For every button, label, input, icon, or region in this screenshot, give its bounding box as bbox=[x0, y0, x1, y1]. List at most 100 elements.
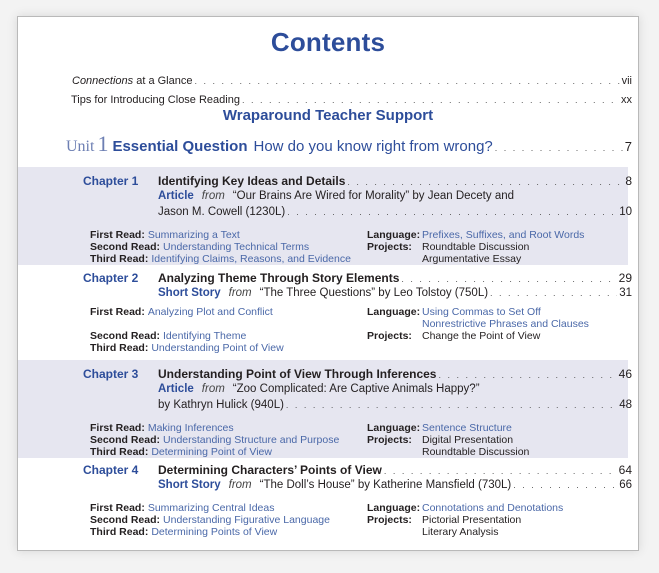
unit-number: 1 bbox=[97, 131, 109, 156]
selection-type: Article bbox=[158, 383, 194, 395]
chapter-title-entry[interactable]: Understanding Point of View Through Infe… bbox=[158, 367, 632, 381]
selection-line-1[interactable]: Article from “Zoo Complicated: Are Captive… bbox=[158, 383, 632, 395]
language-projects: Language: Sentence Structure Projects: Dig… bbox=[367, 422, 529, 458]
read-link[interactable]: Determining Point of View bbox=[151, 446, 272, 458]
read-link[interactable]: Understanding Structure and Purpose bbox=[163, 434, 339, 446]
page-number: 48 bbox=[619, 399, 632, 411]
chapter-label: Chapter 3 bbox=[83, 367, 139, 381]
reads-list: First Read: Summarizing a Text Second Rea… bbox=[90, 229, 351, 265]
chapter-title-entry[interactable]: Determining Characters’ Points of View 6… bbox=[158, 463, 632, 477]
read-link[interactable]: Understanding Technical Terms bbox=[163, 241, 309, 253]
selection-type: Article bbox=[158, 190, 194, 202]
selection-line-1[interactable]: Short Story from “The Doll’s House” by Kat… bbox=[158, 479, 632, 491]
leader-dots bbox=[286, 400, 617, 410]
projects-label: Projects: bbox=[367, 514, 412, 526]
language-link[interactable]: Connotations and Denotations bbox=[422, 502, 563, 514]
leader-dots bbox=[347, 177, 623, 187]
read-link[interactable]: Understanding Figurative Language bbox=[163, 514, 330, 526]
read-link[interactable]: Identifying Theme bbox=[163, 330, 246, 342]
leader-dots bbox=[287, 207, 617, 217]
read-item: First Read: Summarizing a Text bbox=[90, 229, 240, 241]
chapter-title: Determining Characters’ Points of View bbox=[158, 463, 382, 477]
page-number: 7 bbox=[624, 139, 632, 154]
language-projects: Language: Using Commas to Set Off Nonrest… bbox=[367, 306, 589, 342]
read-link[interactable]: Summarizing a Text bbox=[148, 229, 240, 241]
contents-page: Contents Connections at a Glance vii Tip… bbox=[17, 16, 639, 551]
language-label: Language: bbox=[367, 229, 421, 241]
essential-question: How do you know right from wrong? bbox=[253, 138, 493, 155]
read-item: Third Read: Understanding Point of View bbox=[90, 342, 284, 354]
leader-dots bbox=[490, 288, 617, 298]
leader-dots bbox=[384, 466, 617, 476]
read-link[interactable]: Understanding Point of View bbox=[151, 342, 283, 354]
toc-label: at a Glance bbox=[133, 75, 193, 87]
from-text: from bbox=[201, 190, 225, 202]
selection-type: Short Story bbox=[158, 479, 221, 491]
chapter-title: Identifying Key Ideas and Details bbox=[158, 174, 346, 188]
reads-list: First Read: Making Inferences Second Read… bbox=[90, 422, 339, 458]
selection-title: “Our Brains Are Wired for Morality” by J… bbox=[232, 190, 515, 202]
reads-list: First Read: Analyzing Plot and Conflict S… bbox=[90, 306, 284, 354]
read-link[interactable]: Identifying Claims, Reasons, and Evidenc… bbox=[151, 253, 351, 265]
toc-entry-close-reading[interactable]: Tips for Introducing Close Reading xx bbox=[71, 94, 632, 106]
chapter-label: Chapter 1 bbox=[83, 174, 139, 188]
read-link[interactable]: Making Inferences bbox=[148, 422, 234, 434]
selection-line-1[interactable]: Short Story from “The Three Questions” by … bbox=[158, 287, 632, 299]
chapter-title-entry[interactable]: Identifying Key Ideas and Details 8 bbox=[158, 174, 632, 188]
project-item: Literary Analysis bbox=[422, 526, 499, 538]
language-link[interactable]: Sentence Structure bbox=[422, 422, 512, 434]
section-heading: Wraparound Teacher Support bbox=[222, 107, 434, 124]
page-number: 29 bbox=[618, 271, 632, 285]
language-projects: Language: Connotations and Denotations Pr… bbox=[367, 502, 563, 538]
language-link[interactable]: Using Commas to Set Off bbox=[422, 306, 541, 318]
chapter-title-entry[interactable]: Analyzing Theme Through Story Elements 2… bbox=[158, 271, 632, 285]
language-projects: Language: Prefixes, Suffixes, and Root Wo… bbox=[367, 229, 584, 265]
read-link[interactable]: Summarizing Central Ideas bbox=[148, 502, 275, 514]
page-number: 64 bbox=[618, 463, 632, 477]
read-item: Second Read: Identifying Theme bbox=[90, 330, 247, 342]
leader-dots bbox=[513, 480, 617, 490]
read-link[interactable]: Determining Points of View bbox=[151, 526, 277, 538]
page-number: xx bbox=[621, 94, 632, 106]
selection-author: by Kathryn Hulick (940L) bbox=[158, 399, 284, 411]
essential-question-label: Essential Question bbox=[112, 138, 248, 155]
read-item: Second Read: Understanding Figurative Lan… bbox=[90, 514, 330, 526]
chapter-2-block: Chapter 2 Analyzing Theme Through Story … bbox=[18, 265, 632, 360]
unit-word: Unit bbox=[66, 138, 95, 155]
language-link[interactable]: Nonrestrictive Phrases and Clauses bbox=[422, 318, 589, 330]
selection-line-2[interactable]: by Kathryn Hulick (940L) 48 bbox=[158, 399, 632, 411]
leader-dots bbox=[495, 143, 623, 153]
page-number: 8 bbox=[625, 174, 632, 188]
page-number: 46 bbox=[618, 367, 632, 381]
toc-label: Tips for Introducing Close Reading bbox=[71, 94, 240, 106]
chapter-label: Chapter 2 bbox=[83, 271, 139, 285]
read-item: First Read: Analyzing Plot and Conflict bbox=[90, 306, 273, 318]
selection-title: “The Doll’s House” by Katherine Mansfiel… bbox=[259, 479, 512, 491]
selection-line-1[interactable]: Article from “Our Brains Are Wired for Mor… bbox=[158, 190, 632, 202]
project-item: Digital Presentation bbox=[422, 434, 514, 446]
unit-entry[interactable]: Unit 1 Essential Question How do you know r… bbox=[66, 131, 632, 157]
project-item: Roundtable Discussion bbox=[422, 241, 530, 253]
language-label: Language: bbox=[367, 306, 421, 318]
read-link[interactable]: Analyzing Plot and Conflict bbox=[148, 306, 273, 318]
from-text: from bbox=[228, 479, 252, 491]
projects-label: Projects: bbox=[367, 434, 412, 446]
selection-type: Short Story bbox=[158, 287, 221, 299]
read-item: Third Read: Identifying Claims, Reasons, … bbox=[90, 253, 351, 265]
language-link[interactable]: Prefixes, Suffixes, and Root Words bbox=[422, 229, 584, 241]
read-item: First Read: Making Inferences bbox=[90, 422, 234, 434]
chapter-label: Chapter 4 bbox=[83, 463, 139, 477]
page-title: Contents bbox=[270, 27, 386, 57]
reads-list: First Read: Summarizing Central Ideas Sec… bbox=[90, 502, 330, 538]
read-item: First Read: Summarizing Central Ideas bbox=[90, 502, 275, 514]
selection-line-2[interactable]: Jason M. Cowell (1230L) 10 bbox=[158, 206, 632, 218]
selection-title: “The Three Questions” by Leo Tolstoy (75… bbox=[259, 287, 489, 299]
toc-entry-connections[interactable]: Connections at a Glance vii bbox=[72, 75, 632, 87]
read-item: Third Read: Determining Point of View bbox=[90, 446, 272, 458]
page-number: 10 bbox=[619, 206, 632, 218]
leader-dots bbox=[194, 76, 619, 86]
page-number: 66 bbox=[619, 479, 632, 491]
chapter-title: Understanding Point of View Through Infe… bbox=[158, 367, 437, 381]
projects-label: Projects: bbox=[367, 241, 412, 253]
read-item: Second Read: Understanding Structure and … bbox=[90, 434, 340, 446]
